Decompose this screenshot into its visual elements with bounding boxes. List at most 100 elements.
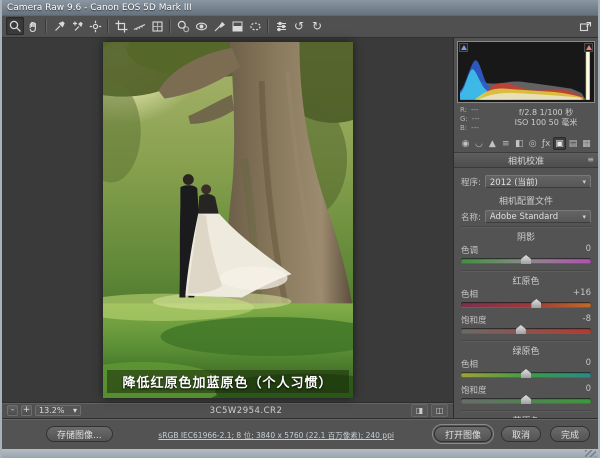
rotate-left-icon[interactable]: ↺ (290, 17, 308, 35)
section-title: 红原色 (512, 277, 540, 287)
done-button[interactable]: 完成 (549, 426, 590, 442)
hand-tool-icon[interactable] (24, 17, 42, 35)
g-label: G: (460, 115, 468, 123)
profile-name-dropdown[interactable]: Adobe Standard ▾ (484, 210, 591, 223)
red-eye-tool-icon[interactable] (192, 17, 210, 35)
slider-value[interactable]: 0 (586, 384, 591, 396)
spot-removal-tool-icon[interactable] (174, 17, 192, 35)
slider-thumb[interactable] (521, 369, 531, 378)
slider-thumb[interactable] (515, 325, 526, 334)
slider-label: 色相 (461, 360, 479, 370)
panel-header-title: 相机校准 (507, 156, 544, 167)
tab-basic-icon[interactable]: ◉ (459, 137, 472, 150)
camera-raw-window: Camera Raw 9.6 - Canon EOS 5D Mark III ↺… (0, 0, 600, 458)
color-sampler-tool-icon[interactable] (68, 17, 86, 35)
right-panel: R: --- G: --- B: --- f/2.8 1/100 秒 ISO 100 … (454, 38, 598, 418)
tab-snapshots-icon[interactable]: ▦ (580, 137, 593, 150)
image-canvas[interactable]: 降低红原色加蓝原色（个人习惯） (2, 38, 454, 402)
before-after-view-icon[interactable]: ◨ (411, 404, 428, 417)
crop-tool-icon[interactable] (112, 17, 130, 35)
panel-menu-icon[interactable]: ≡ (587, 155, 594, 164)
split-view-icon[interactable]: ◫ (431, 404, 448, 417)
slider-label-row: 色调 0 (461, 244, 591, 256)
toolbar: ↺ ↻ (2, 15, 598, 38)
toolbar-separator (45, 19, 47, 33)
panel-tabs: ◉ ◡ ▲ ≡ ◧ ◎ ƒx ▣ ▤ ▦ (454, 135, 598, 153)
chevron-down-icon: ▾ (582, 212, 586, 221)
slider-label: 色调 (461, 246, 479, 256)
process-version-dropdown[interactable]: 2012 (当前) ▾ (484, 175, 591, 188)
tab-presets-icon[interactable]: ▤ (567, 137, 580, 150)
radial-filter-tool-icon[interactable] (246, 17, 264, 35)
photo-caption: 降低红原色加蓝原色（个人习惯） (106, 370, 349, 393)
zoom-level-value: 13.2% (39, 406, 65, 415)
slider-label-row: 色相 +16 (461, 288, 591, 300)
open-image-button[interactable]: 打开图像 (431, 424, 494, 444)
calibration-panel: 程序: 2012 (当前) ▾ 相机配置文件 名称: Adobe Standar… (454, 168, 598, 418)
slider-label: 色相 (461, 290, 479, 300)
r-value: --- (471, 106, 479, 114)
rotate-right-icon[interactable]: ↻ (308, 17, 326, 35)
calibration-section: 绿原色 色相 0 饱和度 0 (461, 340, 591, 404)
calibration-section: 红原色色相 +16 饱和度 -8 (461, 270, 591, 334)
sat-red-slider[interactable] (461, 325, 591, 334)
shadow-clipping-indicator[interactable] (459, 43, 468, 52)
histogram[interactable] (457, 41, 595, 103)
slider-thumb[interactable] (521, 395, 531, 404)
tab-hsl-icon[interactable]: ≡ (499, 137, 512, 150)
tab-split-toning-icon[interactable]: ◧ (513, 137, 526, 150)
tint-slider[interactable] (461, 255, 591, 264)
resize-grip[interactable] (585, 450, 596, 457)
section-title: 阴影 (516, 233, 535, 243)
photo-preview[interactable]: 降低红原色加蓝原色（个人习惯） (102, 42, 353, 398)
preferences-icon[interactable] (272, 17, 290, 35)
hue-green-slider[interactable] (461, 369, 591, 378)
profile-name-label: 名称: (461, 212, 481, 223)
slider-value[interactable]: +16 (573, 288, 591, 300)
sat-green-slider[interactable] (461, 395, 591, 404)
calibration-sections: 阴影色调0红原色色相+16饱和度-8绿原色色相0饱和度0蓝原色色相0饱和度+40 (461, 226, 591, 418)
exif-info: R: --- G: --- B: --- f/2.8 1/100 秒 ISO 100 … (454, 103, 598, 135)
slider-label-row: 饱和度 0 (461, 384, 591, 396)
slider-thumb[interactable] (521, 255, 531, 264)
slider-thumb[interactable] (531, 299, 542, 308)
chevron-down-icon: ▾ (582, 177, 586, 186)
slider-label-row: 饱和度 -8 (461, 314, 591, 326)
zoom-out-button[interactable]: - (7, 405, 18, 416)
zoom-in-button[interactable]: + (21, 405, 32, 416)
tab-detail-icon[interactable]: ▲ (486, 137, 499, 150)
exif-iso-focal: ISO 100 50 毫米 (514, 118, 578, 127)
graduated-filter-tool-icon[interactable] (228, 17, 246, 35)
window-frame-bottom (2, 449, 598, 458)
slider-value[interactable]: -8 (583, 314, 591, 326)
slider-value[interactable]: 0 (586, 244, 591, 256)
straighten-tool-icon[interactable] (130, 17, 148, 35)
tab-camera-calibration-icon[interactable]: ▣ (553, 137, 567, 150)
adjustment-brush-tool-icon[interactable] (210, 17, 228, 35)
g-value: --- (471, 115, 480, 123)
footer-bar: 存储图像... sRGB IEC61966-2.1; 8 位; 3840 x 5… (2, 418, 598, 449)
tab-lens-corrections-icon[interactable]: ◎ (526, 137, 539, 150)
save-image-button[interactable]: 存储图像... (46, 426, 113, 442)
panel-header: 相机校准 ≡ (454, 153, 598, 168)
toggle-fullscreen-icon[interactable] (576, 17, 594, 35)
white-balance-tool-icon[interactable] (50, 17, 68, 35)
slider-value[interactable]: 0 (586, 358, 591, 370)
rgb-readout: R: --- G: --- B: --- (460, 106, 500, 133)
chevron-down-icon: ▾ (72, 406, 77, 415)
targeted-adjustment-tool-icon[interactable] (86, 17, 104, 35)
tab-effects-icon[interactable]: ƒx (540, 137, 553, 150)
workflow-options-link[interactable]: sRGB IEC61966-2.1; 8 位; 3840 x 5760 (22.… (158, 430, 394, 441)
process-version-label: 程序: (461, 177, 481, 188)
zoom-tool-icon[interactable] (6, 17, 24, 35)
transform-grid-tool-icon[interactable] (148, 17, 166, 35)
tab-tone-curve-icon[interactable]: ◡ (472, 137, 485, 150)
cancel-button[interactable]: 取消 (500, 426, 541, 442)
slider-label: 饱和度 (461, 316, 487, 326)
toolbar-separator (107, 19, 109, 33)
highlight-clipping-indicator[interactable] (584, 43, 593, 52)
title-bar[interactable]: Camera Raw 9.6 - Canon EOS 5D Mark III (2, 0, 598, 15)
hue-red-slider[interactable] (461, 299, 591, 308)
exif-aperture-shutter: f/2.8 1/100 秒 (518, 108, 574, 117)
zoom-level-dropdown[interactable]: 13.2% ▾ (35, 405, 81, 416)
